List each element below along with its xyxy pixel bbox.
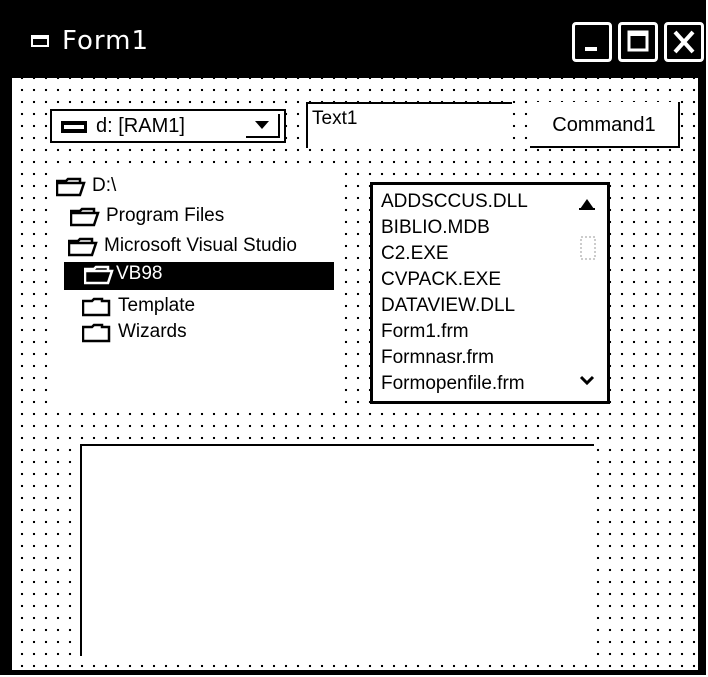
dir-item-program-files[interactable]: Program Files — [70, 204, 270, 230]
dir-label: Microsoft Visual Studio — [104, 235, 297, 256]
file-list-scrollbar[interactable] — [573, 189, 603, 397]
scroll-down-icon — [579, 375, 595, 386]
file-item[interactable]: CVPACK.EXE — [381, 269, 501, 291]
minimize-button[interactable] — [572, 22, 612, 62]
file-item[interactable]: Form1.frm — [381, 321, 469, 343]
drive-combo[interactable]: d: [RAM1] — [50, 109, 286, 143]
drive-value: d: [RAM1] — [96, 115, 185, 137]
open-folder-icon — [70, 207, 100, 227]
folder-icon — [82, 297, 111, 317]
file-list[interactable]: ADDSCCUS.DLL BIBLIO.MDB C2.EXE CVPACK.EX… — [370, 182, 610, 404]
scrollbar-track — [579, 199, 596, 386]
file-item[interactable]: ADDSCCUS.DLL — [381, 191, 528, 213]
dir-label: Template — [118, 295, 196, 316]
dir-label: VB98 — [116, 263, 163, 284]
folder-icon — [82, 323, 111, 343]
chevron-down-icon — [255, 121, 269, 129]
dir-label: D:\ — [92, 175, 117, 196]
close-button[interactable] — [664, 22, 704, 62]
form-icon — [31, 35, 49, 47]
dir-label: Wizards — [118, 321, 187, 342]
dir-item-root[interactable]: D:\ — [56, 174, 176, 200]
dir-item-template[interactable]: Template — [82, 294, 282, 320]
open-folder-icon — [68, 237, 98, 257]
file-item[interactable]: Formopenfile.frm — [381, 373, 525, 395]
maximize-icon — [627, 30, 649, 52]
open-folder-icon — [84, 265, 114, 285]
maximize-button[interactable] — [618, 22, 658, 62]
file-item[interactable]: DATAVIEW.DLL — [381, 295, 515, 317]
close-icon — [673, 30, 695, 54]
dir-item-vb98[interactable]: VB98 — [64, 262, 334, 290]
dir-item-wizards[interactable]: Wizards — [82, 320, 282, 346]
title-bar[interactable]: Form1 — [2, 2, 706, 78]
window-title: Form1 — [62, 26, 150, 56]
drive-icon — [61, 121, 87, 133]
file-item[interactable]: C2.EXE — [381, 243, 449, 265]
text1-input[interactable]: Text1 — [306, 102, 512, 148]
open-folder-icon — [56, 177, 86, 197]
scroll-up-icon — [580, 199, 594, 209]
dir-item-microsoft-visual-studio[interactable]: Microsoft Visual Studio — [68, 234, 338, 260]
file-item[interactable]: Formnasr.frm — [381, 347, 494, 369]
drive-dropdown-button[interactable] — [246, 114, 280, 138]
command1-label: Command1 — [552, 114, 656, 136]
directory-list[interactable]: D:\ Program Files Microsoft Visual Studi… — [48, 168, 340, 408]
text1-value: Text1 — [312, 108, 358, 129]
command1-button[interactable]: Command1 — [530, 102, 680, 148]
dir-label: Program Files — [106, 205, 225, 226]
file-item[interactable]: BIBLIO.MDB — [381, 217, 490, 239]
minimize-icon — [585, 47, 597, 51]
picture-box[interactable] — [80, 444, 594, 656]
